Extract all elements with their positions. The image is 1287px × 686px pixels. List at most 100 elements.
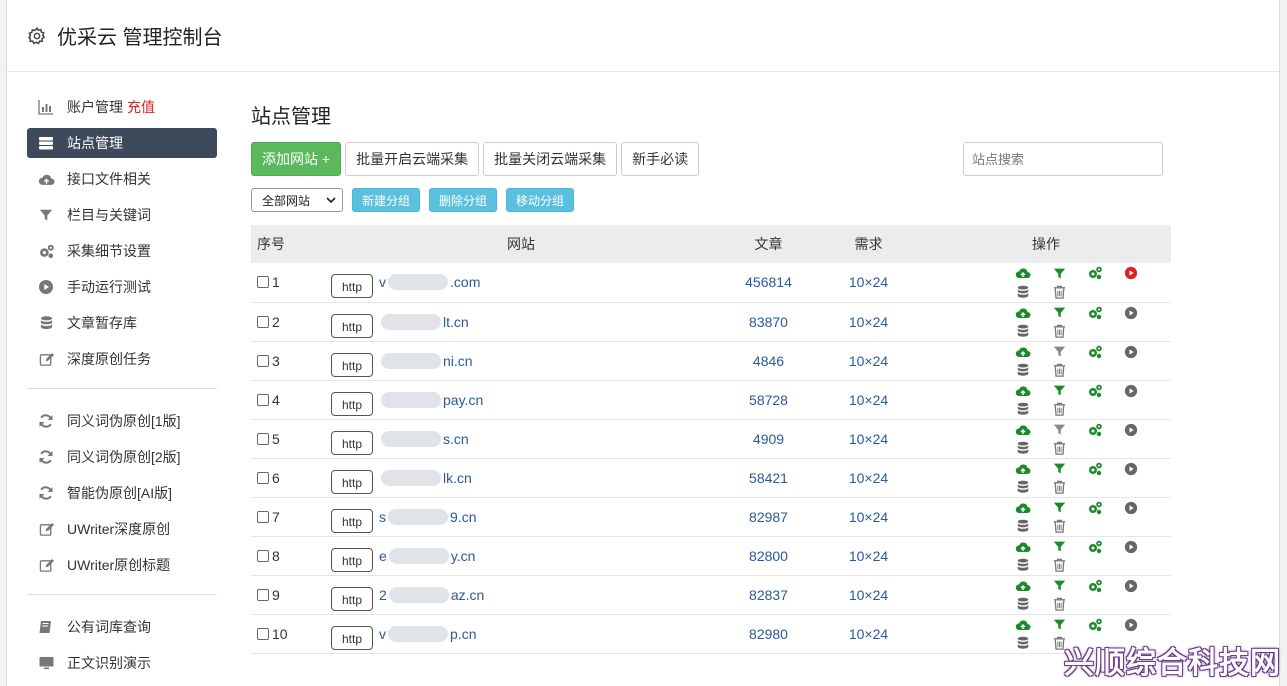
database-icon[interactable] xyxy=(1014,556,1032,574)
sidebar-item[interactable]: 手动运行测试 xyxy=(27,272,217,302)
row-checkbox[interactable] xyxy=(257,588,269,601)
protocol-badge[interactable]: http xyxy=(331,352,374,377)
sidebar-item[interactable]: UWriter原创标题 xyxy=(27,550,217,580)
sidebar-item[interactable]: 文章暂存库 xyxy=(27,308,217,338)
protocol-badge[interactable]: http xyxy=(331,391,374,416)
row-checkbox[interactable] xyxy=(257,510,269,523)
sidebar-item[interactable]: 采集细节设置 xyxy=(27,236,217,266)
row-checkbox[interactable] xyxy=(257,276,269,289)
cogs-icon[interactable] xyxy=(1086,616,1104,634)
site-search-input[interactable] xyxy=(963,142,1163,176)
database-icon[interactable] xyxy=(1014,478,1032,496)
trash-icon[interactable] xyxy=(1050,517,1068,535)
sidebar-item[interactable]: 正文识别演示 xyxy=(27,648,217,678)
cloud-upload-icon[interactable] xyxy=(1014,460,1032,478)
play-circle-icon[interactable] xyxy=(1122,616,1140,634)
guide-button[interactable]: 新手必读 xyxy=(621,142,700,176)
batch-close-cloud-button[interactable]: 批量关闭云端采集 xyxy=(483,142,618,176)
site-domain[interactable]: lk.cn xyxy=(443,470,472,486)
add-site-button[interactable]: 添加网站 + xyxy=(251,142,342,176)
site-domain[interactable]: .com xyxy=(450,274,480,290)
filter-icon[interactable] xyxy=(1050,538,1068,556)
database-icon[interactable] xyxy=(1014,361,1032,379)
demand-value[interactable]: 10×24 xyxy=(816,497,921,536)
recharge-link[interactable]: 充值 xyxy=(127,97,155,117)
protocol-badge[interactable]: http xyxy=(331,313,374,338)
sidebar-item[interactable]: 深度原创任务 xyxy=(27,344,217,374)
cloud-upload-icon[interactable] xyxy=(1014,577,1032,595)
filter-icon[interactable] xyxy=(1050,499,1068,517)
sidebar-item[interactable]: 智能伪原创[AI版] xyxy=(27,478,217,508)
cloud-upload-icon[interactable] xyxy=(1014,343,1032,361)
demand-value[interactable]: 10×24 xyxy=(816,575,921,614)
cogs-icon[interactable] xyxy=(1086,264,1104,282)
demand-value[interactable]: 10×24 xyxy=(816,302,921,341)
site-domain[interactable]: ni.cn xyxy=(443,353,473,369)
new-group-button[interactable]: 新建分组 xyxy=(352,188,421,212)
cloud-upload-icon[interactable] xyxy=(1014,421,1032,439)
site-domain[interactable]: az.cn xyxy=(451,587,484,603)
row-checkbox[interactable] xyxy=(257,432,269,445)
demand-value[interactable]: 10×24 xyxy=(816,536,921,575)
play-circle-icon[interactable] xyxy=(1122,460,1140,478)
database-icon[interactable] xyxy=(1014,595,1032,613)
protocol-badge[interactable]: http xyxy=(331,586,374,611)
sidebar-item[interactable]: 同义词伪原创[1版] xyxy=(27,406,217,436)
cogs-icon[interactable] xyxy=(1086,382,1104,400)
demand-value[interactable]: 10×24 xyxy=(816,263,921,302)
article-count[interactable]: 82980 xyxy=(721,614,816,653)
trash-icon[interactable] xyxy=(1050,361,1068,379)
cogs-icon[interactable] xyxy=(1086,577,1104,595)
sidebar-item[interactable]: 公有词库查询 xyxy=(27,612,217,642)
site-domain[interactable]: p.cn xyxy=(450,626,476,642)
article-count[interactable]: 4846 xyxy=(721,341,816,380)
sidebar-item[interactable]: 站点管理 xyxy=(27,128,217,158)
play-circle-icon[interactable] xyxy=(1122,421,1140,439)
cloud-upload-icon[interactable] xyxy=(1014,616,1032,634)
row-checkbox[interactable] xyxy=(257,315,269,328)
filter-icon[interactable] xyxy=(1050,616,1068,634)
play-circle-icon[interactable] xyxy=(1122,343,1140,361)
filter-icon[interactable] xyxy=(1050,460,1068,478)
article-count[interactable]: 82837 xyxy=(721,575,816,614)
database-icon[interactable] xyxy=(1014,439,1032,457)
site-domain[interactable]: pay.cn xyxy=(443,392,483,408)
cloud-upload-icon[interactable] xyxy=(1014,264,1032,282)
protocol-badge[interactable]: http xyxy=(331,547,374,572)
protocol-badge[interactable]: http xyxy=(331,508,374,533)
database-icon[interactable] xyxy=(1014,400,1032,418)
site-domain[interactable]: s.cn xyxy=(443,431,469,447)
article-count[interactable]: 456814 xyxy=(721,263,816,302)
cloud-upload-icon[interactable] xyxy=(1014,499,1032,517)
trash-icon[interactable] xyxy=(1050,322,1068,340)
database-icon[interactable] xyxy=(1014,283,1032,301)
site-domain-prefix[interactable]: v xyxy=(379,626,386,642)
demand-value[interactable]: 10×24 xyxy=(816,380,921,419)
site-domain[interactable]: y.cn xyxy=(451,548,476,564)
demand-value[interactable]: 10×24 xyxy=(816,458,921,497)
article-count[interactable]: 82987 xyxy=(721,497,816,536)
cogs-icon[interactable] xyxy=(1086,304,1104,322)
site-domain[interactable]: 9.cn xyxy=(450,509,476,525)
trash-icon[interactable] xyxy=(1050,439,1068,457)
trash-icon[interactable] xyxy=(1050,556,1068,574)
protocol-badge[interactable]: http xyxy=(331,469,374,494)
cloud-upload-icon[interactable] xyxy=(1014,304,1032,322)
play-circle-icon[interactable] xyxy=(1122,382,1140,400)
group-select[interactable]: 全部网站 xyxy=(251,188,343,212)
article-count[interactable]: 82800 xyxy=(721,536,816,575)
trash-icon[interactable] xyxy=(1050,283,1068,301)
cogs-icon[interactable] xyxy=(1086,343,1104,361)
site-domain-prefix[interactable]: e xyxy=(379,548,387,564)
row-checkbox[interactable] xyxy=(257,393,269,406)
delete-group-button[interactable]: 删除分组 xyxy=(429,188,498,212)
filter-icon[interactable] xyxy=(1050,304,1068,322)
row-checkbox[interactable] xyxy=(257,549,269,562)
cogs-icon[interactable] xyxy=(1086,538,1104,556)
article-count[interactable]: 58728 xyxy=(721,380,816,419)
article-count[interactable]: 83870 xyxy=(721,302,816,341)
play-circle-icon[interactable] xyxy=(1122,304,1140,322)
database-icon[interactable] xyxy=(1014,322,1032,340)
trash-icon[interactable] xyxy=(1050,595,1068,613)
filter-icon[interactable] xyxy=(1050,421,1068,439)
